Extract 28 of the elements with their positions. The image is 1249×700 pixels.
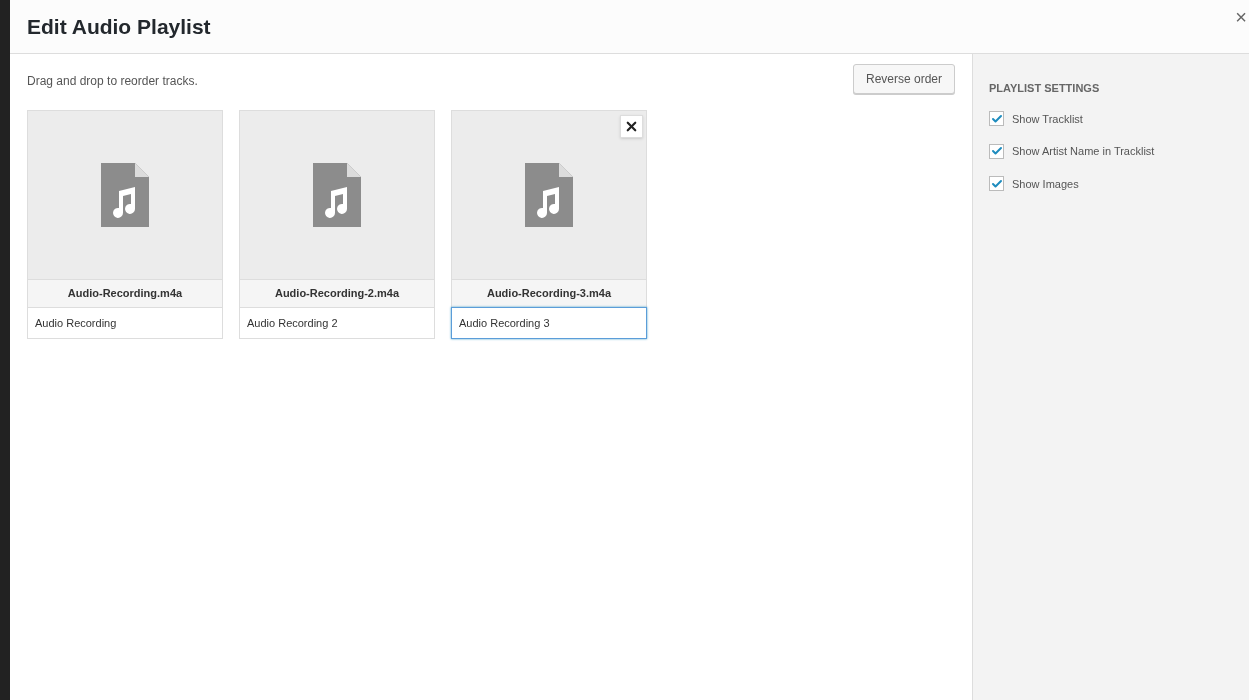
- track-filename: Audio-Recording.m4a: [27, 280, 223, 307]
- track-filename: Audio-Recording-3.m4a: [451, 280, 647, 307]
- remove-button[interactable]: [620, 115, 643, 138]
- track-thumbnail[interactable]: [239, 110, 435, 280]
- track-thumbnail[interactable]: [27, 110, 223, 280]
- audio-file-icon: [313, 163, 361, 227]
- checkbox-label: Show Artist Name in Tracklist: [1012, 144, 1155, 159]
- track-title-field[interactable]: Audio Recording 2: [239, 307, 435, 339]
- check-icon: [990, 112, 1003, 125]
- reverse-order-button[interactable]: Reverse order: [852, 64, 955, 94]
- track-title-field[interactable]: Audio Recording: [27, 307, 223, 339]
- checkbox[interactable]: [989, 176, 1004, 192]
- audio-file-icon: [101, 163, 149, 227]
- modal-title: Edit Audio Playlist: [27, 13, 211, 40]
- check-icon: [990, 145, 1003, 158]
- settings-heading: PLAYLIST SETTINGS: [989, 81, 1101, 96]
- close-button[interactable]: ×: [1235, 6, 1249, 27]
- track-filename: Audio-Recording-2.m4a: [239, 280, 435, 307]
- track-thumbnail[interactable]: [451, 110, 647, 280]
- audio-file-icon: [525, 163, 573, 227]
- close-icon: [624, 119, 639, 134]
- checkbox[interactable]: [989, 111, 1004, 127]
- hint-text: Drag and drop to reorder tracks.: [27, 73, 198, 90]
- track-title-field[interactable]: Audio Recording 3: [451, 307, 647, 339]
- checkbox-label: Show Tracklist: [1012, 111, 1083, 127]
- checkbox[interactable]: [989, 143, 1004, 159]
- check-icon: [990, 177, 1003, 190]
- checkbox-label: Show Images: [1012, 176, 1079, 192]
